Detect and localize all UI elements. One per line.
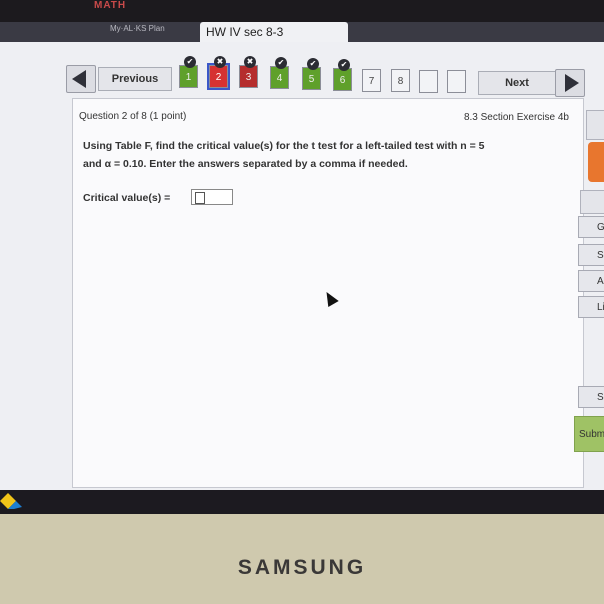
question-box-7[interactable]: 7 xyxy=(362,69,381,92)
question-header: Question 2 of 8 (1 point) xyxy=(79,111,187,122)
tab-active[interactable]: HW IV sec 8-3 xyxy=(200,22,348,42)
question-box-empty xyxy=(419,70,438,93)
check-icon: ✔ xyxy=(338,59,350,71)
question-number: 1 xyxy=(185,72,192,83)
answer-label: Critical value(s) = xyxy=(83,192,171,204)
monitor-top-bezel: MATH xyxy=(0,0,604,22)
question-box-8[interactable]: 8 xyxy=(391,69,410,92)
previous-button[interactable]: Previous xyxy=(98,67,172,91)
question-text-line: and α = 0.10. Enter the answers separate… xyxy=(83,158,408,170)
next-arrow-button[interactable] xyxy=(555,69,585,97)
question-text: Using Table F, find the critical value(s… xyxy=(83,137,571,173)
question-box-3[interactable]: ✖ 3 xyxy=(239,56,258,88)
question-number: 5 xyxy=(308,74,315,85)
side-panel-button[interactable] xyxy=(586,110,604,140)
side-panel-orange-button[interactable] xyxy=(588,142,604,182)
question-box-2[interactable]: ✖ 2 xyxy=(209,56,228,88)
check-icon: ✔ xyxy=(184,56,196,68)
question-box-4[interactable]: ✔ 4 xyxy=(270,57,289,89)
side-button-li[interactable]: Lir xyxy=(578,296,604,318)
question-box-1[interactable]: ✔ 1 xyxy=(179,56,198,88)
question-number: 3 xyxy=(245,72,252,83)
side-button-as[interactable]: As xyxy=(578,270,604,292)
question-navigation: Previous ✔ 1 ✖ 2 ✖ 3 ✔ 4 ✔ 5 ✔ 6 7 8 Nex… xyxy=(0,56,604,98)
question-number: 6 xyxy=(339,75,346,86)
question-text-line: Using Table F, find the critical value(s… xyxy=(83,140,485,152)
side-button-g[interactable]: G xyxy=(578,216,604,238)
question-number: 7 xyxy=(368,76,375,87)
app-logo-icon[interactable] xyxy=(0,493,22,509)
previous-arrow-button[interactable] xyxy=(66,65,96,93)
question-box-empty xyxy=(447,70,466,93)
question-box-5[interactable]: ✔ 5 xyxy=(302,58,321,90)
submit-button[interactable]: Subm xyxy=(574,416,604,452)
answer-input[interactable] xyxy=(191,189,233,205)
taskbar xyxy=(0,490,604,514)
brand-text: MATH xyxy=(94,0,127,11)
question-number: 8 xyxy=(397,76,404,87)
right-arrow-icon xyxy=(565,74,579,92)
next-button[interactable]: Next xyxy=(478,71,556,95)
question-box-6[interactable]: ✔ 6 xyxy=(333,59,352,91)
side-button-sa[interactable]: Sa xyxy=(578,386,604,408)
tab-inactive[interactable]: My·AL·KS Plan xyxy=(110,22,165,36)
side-panel-button[interactable] xyxy=(580,190,604,214)
x-icon: ✖ xyxy=(214,56,226,68)
question-number: 2 xyxy=(215,72,222,83)
section-label: 8.3 Section Exercise 4b xyxy=(463,112,569,123)
left-arrow-icon xyxy=(72,70,86,88)
check-icon: ✔ xyxy=(275,57,287,69)
monitor-bottom-bezel: SAMSUNG xyxy=(0,514,604,604)
x-icon: ✖ xyxy=(244,56,256,68)
app-screen: Previous ✔ 1 ✖ 2 ✖ 3 ✔ 4 ✔ 5 ✔ 6 7 8 Nex… xyxy=(0,42,604,490)
monitor-brand-logo: SAMSUNG xyxy=(237,556,367,579)
question-number: 4 xyxy=(276,73,283,84)
browser-tab-bar: My·AL·KS Plan HW IV sec 8-3 xyxy=(0,22,604,42)
side-button-s[interactable]: S xyxy=(578,244,604,266)
check-icon: ✔ xyxy=(307,58,319,70)
